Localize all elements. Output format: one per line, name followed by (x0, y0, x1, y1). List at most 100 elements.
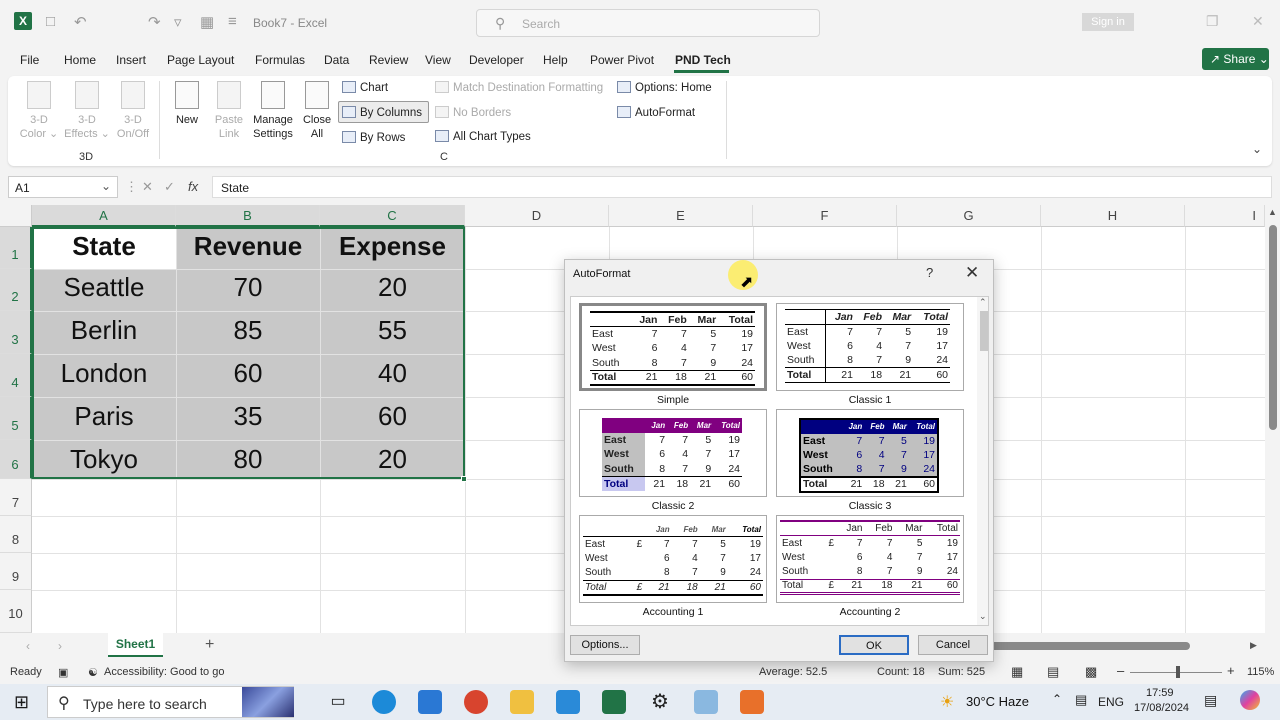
tab-file[interactable]: File (20, 53, 39, 67)
sign-in-button[interactable]: Sign in (1082, 13, 1134, 31)
tab-review[interactable]: Review (369, 53, 408, 67)
manage-settings-button[interactable]: Manage Settings (250, 81, 296, 141)
search-box[interactable]: ⚲ Search (476, 9, 820, 37)
cell-c5[interactable]: 60 (320, 401, 465, 432)
copilot-icon[interactable] (1240, 690, 1260, 710)
row-header-1[interactable]: 1 (0, 227, 32, 269)
app-orange-icon[interactable] (740, 690, 764, 714)
by-rows-button[interactable]: By Rows (342, 131, 405, 144)
tab-insert[interactable]: Insert (116, 53, 146, 67)
options-home-button[interactable]: Options: Home (617, 81, 712, 94)
scroll-up-icon[interactable]: ▲ (1268, 207, 1277, 217)
cell-c4[interactable]: 40 (320, 358, 465, 389)
zoom-slider-thumb[interactable] (1176, 666, 1180, 678)
cell-b5[interactable]: 35 (176, 401, 320, 432)
format-accounting-2[interactable]: Jan Feb Mar Total East £7 7 5 19 West 6 4 7 17 Sout… (776, 515, 964, 603)
select-all-corner[interactable] (0, 205, 32, 227)
language-indicator[interactable]: ENG (1098, 695, 1124, 709)
restore-window-icon[interactable]: ❐ (1206, 13, 1219, 30)
zoom-level[interactable]: 115% (1247, 666, 1274, 678)
vertical-scroll-thumb[interactable] (1269, 225, 1277, 430)
weather-icon[interactable]: ☀ (940, 692, 954, 712)
cell-b6[interactable]: 80 (176, 444, 320, 475)
accessibility-icon[interactable]: ☯ (88, 666, 98, 679)
paste-link-button[interactable]: Paste Link (211, 81, 247, 141)
format-classic-3[interactable]: Jan Feb Mar Total East 7 7 5 19 West 6 4 7 17 South… (776, 409, 964, 497)
zoom-out-icon[interactable]: – (1117, 663, 1124, 678)
undo-icon[interactable]: ↶ (74, 13, 87, 31)
form-icon[interactable]: ▦ (200, 13, 214, 31)
weather-text[interactable]: 30°C Haze (966, 694, 1029, 709)
close-window-icon[interactable]: ✕ (1252, 13, 1264, 30)
cell-c1[interactable]: Expense (320, 231, 465, 262)
tab-pnd-tech[interactable]: PND Tech (675, 53, 731, 67)
taskbar-search[interactable]: ⚲ Type here to search (47, 686, 294, 718)
cell-b2[interactable]: 70 (176, 272, 320, 303)
share-button[interactable]: ↗ Share ⌄ (1202, 48, 1269, 70)
column-header-h[interactable]: H (1041, 205, 1185, 227)
gallery-scroll-thumb[interactable] (980, 311, 988, 351)
notepad-icon[interactable] (694, 690, 718, 714)
3d-color-button[interactable]: 3-D Color ⌄ (18, 81, 60, 141)
settings-icon[interactable]: ⚙ (648, 690, 672, 714)
close-icon[interactable]: ✕ (965, 263, 979, 283)
scroll-up-icon[interactable]: ⌃ (979, 297, 987, 308)
column-header-a[interactable]: A (32, 205, 176, 227)
tab-formulas[interactable]: Formulas (255, 53, 305, 67)
page-break-view-icon[interactable]: ▩ (1085, 664, 1097, 680)
format-classic-1[interactable]: Jan Feb Mar Total East 7 7 5 19 West 6 4 7 17 South… (776, 303, 964, 391)
autoformat-button[interactable]: AutoFormat (617, 106, 695, 119)
column-header-f[interactable]: F (753, 205, 897, 227)
format-accounting-1[interactable]: Jan Feb Mar Total East £7 7 5 19 West 6 4 7 17 Sout… (579, 515, 767, 603)
column-header-b[interactable]: B (176, 205, 320, 227)
enter-icon[interactable]: ✓ (164, 179, 175, 195)
sheet-tab-sheet1[interactable]: Sheet1 (108, 633, 163, 657)
cell-a2[interactable]: Seattle (32, 272, 176, 303)
format-gallery[interactable]: Jan Feb Mar Total East 7 7 5 19 West 6 4 7 17 South… (570, 296, 989, 626)
excel-taskbar-icon[interactable] (602, 690, 626, 714)
no-borders-button[interactable]: No Borders (435, 106, 511, 119)
cell-b1[interactable]: Revenue (176, 231, 320, 262)
add-sheet-icon[interactable]: + (205, 636, 214, 654)
task-view-icon[interactable]: ▭ (326, 690, 350, 714)
insert-function-icon[interactable]: fx (188, 179, 198, 194)
tray-chevron-icon[interactable]: ⌃ (1052, 692, 1062, 706)
row-header-3[interactable]: 3 (0, 311, 32, 354)
cancel-icon[interactable]: ✕ (142, 179, 153, 195)
cell-c3[interactable]: 55 (320, 315, 465, 346)
name-box[interactable]: A1 ⌄ (8, 176, 118, 198)
column-header-i[interactable]: I (1185, 205, 1265, 227)
normal-view-icon[interactable]: ▦ (1011, 664, 1023, 680)
column-header-c[interactable]: C (320, 205, 465, 227)
collapse-ribbon-icon[interactable]: ⌄ (1252, 142, 1262, 156)
new-button[interactable]: New (171, 81, 203, 127)
cell-a1[interactable]: State (32, 231, 176, 262)
cell-c6[interactable]: 20 (320, 444, 465, 475)
3d-onoff-button[interactable]: 3-D On/Off (112, 81, 154, 141)
clock-time[interactable]: 17:59 (1146, 687, 1174, 699)
cell-b3[interactable]: 85 (176, 315, 320, 346)
zoom-in-icon[interactable]: + (1227, 663, 1235, 678)
next-sheet-icon[interactable]: › (58, 639, 62, 653)
calendar-icon[interactable] (556, 690, 580, 714)
chart-button[interactable]: Chart (342, 81, 388, 94)
row-header-6[interactable]: 6 (0, 440, 32, 479)
all-chart-types-button[interactable]: All Chart Types (435, 130, 531, 143)
cell-c2[interactable]: 20 (320, 272, 465, 303)
tab-home[interactable]: Home (64, 53, 96, 67)
format-classic-2[interactable]: Jan Feb Mar Total East 7 7 5 19 West 6 4 7 17 South… (579, 409, 767, 497)
clock-date[interactable]: 17/08/2024 (1134, 702, 1189, 714)
tab-help[interactable]: Help (543, 53, 568, 67)
cell-a5[interactable]: Paris (32, 401, 176, 432)
network-icon[interactable]: ▤ (1075, 692, 1087, 708)
save-icon[interactable]: □ (46, 13, 55, 30)
format-simple[interactable]: Jan Feb Mar Total East 7 7 5 19 West 6 4 7 17 South… (579, 303, 767, 391)
match-destination-button[interactable]: Match Destination Formatting (435, 81, 603, 94)
customize-qat-icon[interactable]: ≡ (228, 13, 237, 30)
row-header-9[interactable]: 9 (0, 553, 32, 590)
store-icon[interactable] (418, 690, 442, 714)
file-explorer-icon[interactable] (510, 690, 534, 714)
tab-data[interactable]: Data (324, 53, 349, 67)
by-columns-button[interactable]: By Columns (342, 106, 422, 119)
tab-power-pivot[interactable]: Power Pivot (590, 53, 654, 67)
